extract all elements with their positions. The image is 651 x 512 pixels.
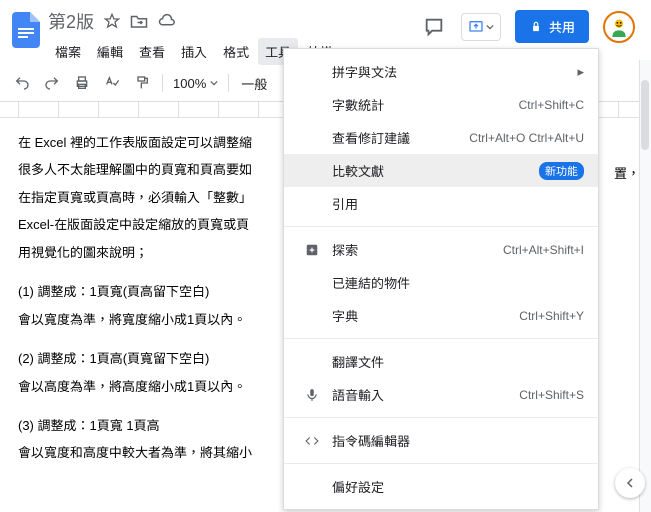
- menu-item-label: 查看修訂建議: [332, 128, 469, 147]
- menu-item-翻譯文件[interactable]: 翻譯文件: [284, 345, 598, 378]
- menu-item-label: 字數統計: [332, 95, 519, 114]
- share-label: 共用: [549, 17, 575, 36]
- scrollbar-thumb[interactable]: [641, 80, 649, 150]
- scrollbar[interactable]: [639, 60, 651, 512]
- menu-item-label: 探索: [332, 240, 503, 259]
- menu-item-label: 偏好設定: [332, 477, 584, 496]
- mic-icon: [302, 388, 322, 402]
- menu-shortcut: Ctrl+Shift+S: [519, 388, 584, 402]
- menu-item-探索[interactable]: 探索Ctrl+Alt+Shift+I: [284, 233, 598, 266]
- menu-item-引用[interactable]: 引用: [284, 187, 598, 220]
- redo-button[interactable]: [38, 69, 66, 97]
- menu-item-偏好設定[interactable]: 偏好設定: [284, 470, 598, 503]
- zoom-select[interactable]: 100%: [169, 76, 222, 91]
- menu-item-查看修訂建議[interactable]: 查看修訂建議Ctrl+Alt+O Ctrl+Alt+U: [284, 121, 598, 154]
- menu-item-指令碼編輯器[interactable]: 指令碼編輯器: [284, 424, 598, 457]
- menu-查看[interactable]: 查看: [132, 38, 172, 65]
- menu-item-label: 拼字與文法: [332, 62, 577, 81]
- menu-item-語音輸入[interactable]: 語音輸入Ctrl+Shift+S: [284, 378, 598, 411]
- share-button[interactable]: 共用: [515, 10, 589, 43]
- menu-item-label: 字典: [332, 306, 519, 325]
- cloud-icon[interactable]: [158, 13, 176, 29]
- plus-icon: [302, 243, 322, 257]
- explore-fab[interactable]: [615, 468, 645, 498]
- menu-item-已連結的物件[interactable]: 已連結的物件: [284, 266, 598, 299]
- menu-格式[interactable]: 格式: [216, 38, 256, 65]
- menu-shortcut: Ctrl+Shift+C: [519, 98, 584, 112]
- paint-format-button[interactable]: [128, 69, 156, 97]
- paragraph-style-select[interactable]: 一般: [235, 74, 273, 93]
- comments-icon[interactable]: [421, 14, 447, 40]
- menu-編輯[interactable]: 編輯: [90, 38, 130, 65]
- docs-logo[interactable]: [8, 6, 44, 54]
- menu-item-比較文獻[interactable]: 比較文獻新功能: [284, 154, 598, 187]
- new-badge: 新功能: [539, 162, 584, 180]
- present-button[interactable]: [461, 13, 501, 41]
- tools-menu-dropdown: 拼字與文法▸字數統計Ctrl+Shift+C查看修訂建議Ctrl+Alt+O C…: [283, 48, 599, 510]
- body-text-fragment: 置，: [614, 163, 640, 182]
- spellcheck-button[interactable]: [98, 69, 126, 97]
- menu-item-字典[interactable]: 字典Ctrl+Shift+Y: [284, 299, 598, 332]
- menu-item-label: 引用: [332, 194, 584, 213]
- menu-shortcut: Ctrl+Shift+Y: [519, 309, 584, 323]
- undo-button[interactable]: [8, 69, 36, 97]
- move-icon[interactable]: [130, 13, 148, 29]
- menu-item-label: 翻譯文件: [332, 352, 584, 371]
- star-icon[interactable]: [104, 13, 120, 29]
- submenu-arrow-icon: ▸: [577, 64, 584, 80]
- menu-shortcut: Ctrl+Alt+Shift+I: [503, 243, 584, 257]
- menu-item-拼字與文法[interactable]: 拼字與文法▸: [284, 55, 598, 88]
- code-icon: [302, 434, 322, 448]
- menu-插入[interactable]: 插入: [174, 38, 214, 65]
- menu-檔案[interactable]: 檔案: [48, 38, 88, 65]
- menu-item-label: 語音輸入: [332, 385, 519, 404]
- account-avatar[interactable]: [603, 11, 635, 43]
- menu-item-label: 比較文獻: [332, 161, 539, 180]
- menu-item-label: 指令碼編輯器: [332, 431, 584, 450]
- document-title[interactable]: 第2版: [48, 8, 94, 34]
- menu-shortcut: Ctrl+Alt+O Ctrl+Alt+U: [469, 131, 584, 145]
- menu-item-label: 已連結的物件: [332, 273, 584, 292]
- print-button[interactable]: [68, 69, 96, 97]
- menu-item-字數統計[interactable]: 字數統計Ctrl+Shift+C: [284, 88, 598, 121]
